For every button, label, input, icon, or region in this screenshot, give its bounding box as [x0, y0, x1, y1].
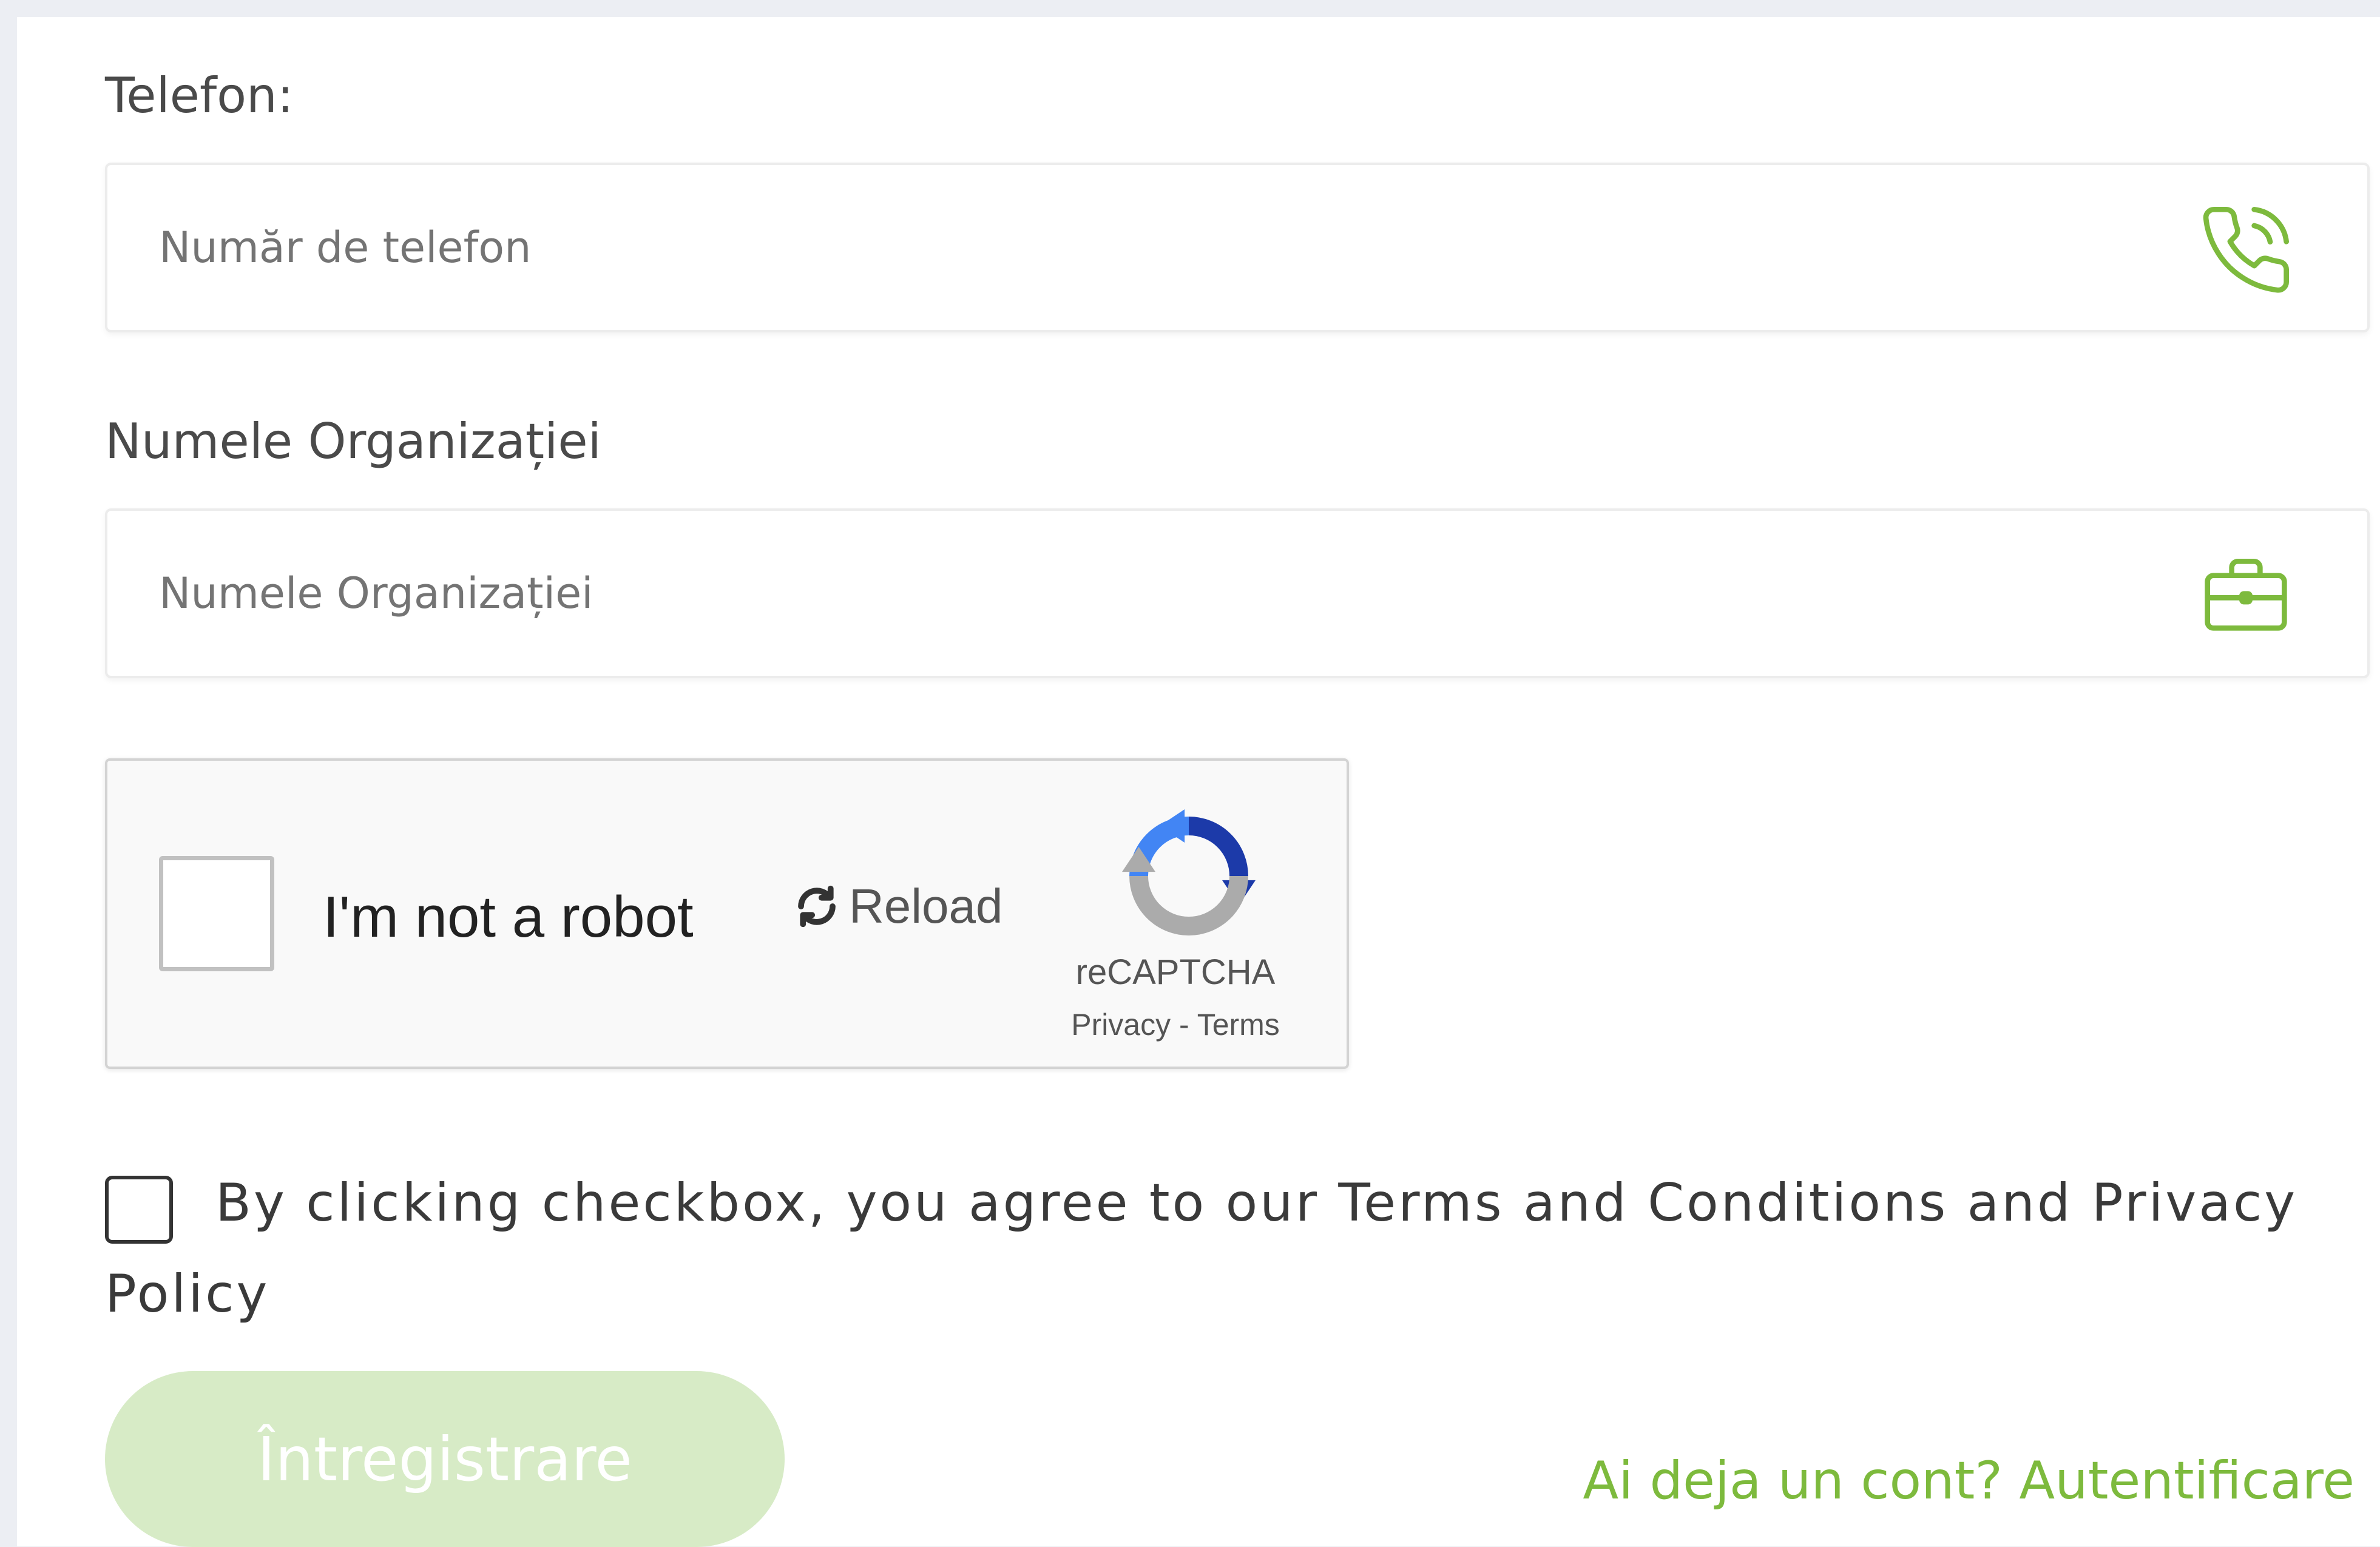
recaptcha-logo-icon — [1122, 809, 1256, 935]
recaptcha-terms-link[interactable]: Terms — [1197, 1008, 1280, 1042]
phone-icon — [2203, 207, 2290, 293]
login-link[interactable]: Ai deja un cont? Autentificare — [1583, 1455, 2355, 1507]
recaptcha-link-separator: - — [1179, 1008, 1189, 1042]
terms-agreement: By clicking checkbox, you agree to our T… — [105, 1158, 2314, 1340]
phone-input[interactable] — [159, 165, 2162, 330]
briefcase-icon — [2205, 559, 2287, 631]
register-button[interactable]: Întregistrare — [105, 1371, 785, 1547]
refresh-icon — [798, 885, 836, 928]
organization-field[interactable] — [105, 508, 2370, 678]
terms-checkbox[interactable] — [105, 1176, 173, 1244]
registration-form-card: Telefon: Numele Organizației I'm not a r… — [17, 17, 2380, 1547]
recaptcha-label: I'm not a robot — [323, 885, 694, 949]
organization-input[interactable] — [159, 511, 2162, 676]
phone-field[interactable] — [105, 163, 2370, 332]
recaptcha-privacy-link[interactable]: Privacy — [1071, 1008, 1171, 1042]
recaptcha-links: Privacy - Terms — [1048, 1009, 1303, 1040]
recaptcha-brand: reCAPTCHA — [1075, 952, 1276, 992]
recaptcha-widget: I'm not a robot Reload reCAPTCHA Privacy… — [105, 758, 1349, 1069]
recaptcha-reload-label: Reload — [849, 879, 1003, 933]
phone-label: Telefon: — [105, 67, 294, 124]
terms-agreement-text: By clicking checkbox, you agree to our T… — [105, 1173, 2298, 1324]
recaptcha-reload-button[interactable]: Reload — [793, 882, 1003, 931]
recaptcha-checkbox[interactable] — [159, 856, 274, 971]
organization-label: Numele Organizației — [105, 413, 601, 470]
